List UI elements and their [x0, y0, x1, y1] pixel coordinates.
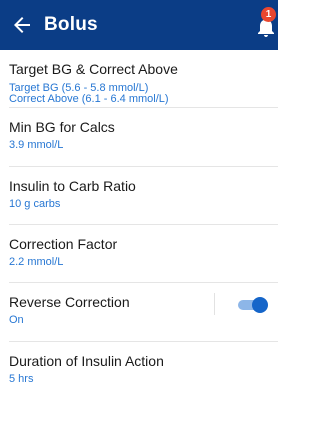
notifications-button[interactable]: 1: [257, 7, 279, 39]
setting-value: 10 g carbs: [9, 198, 61, 210]
page-title: Bolus: [44, 14, 98, 35]
setting-title: Insulin to Carb Ratio: [9, 178, 136, 194]
setting-value: 3.9 mmol/L: [9, 139, 64, 151]
setting-value: On: [9, 314, 24, 326]
setting-carb-ratio[interactable]: Insulin to Carb Ratio 10 g carbs: [0, 167, 278, 225]
setting-target-bg[interactable]: Target BG & Correct Above Target BG (5.6…: [0, 50, 278, 108]
setting-reverse-correction[interactable]: Reverse Correction On: [0, 283, 278, 342]
toggle-thumb: [252, 297, 268, 313]
app-bar: Bolus 1: [0, 0, 278, 50]
setting-min-bg[interactable]: Min BG for Calcs 3.9 mmol/L: [0, 108, 278, 167]
setting-title: Correction Factor: [9, 236, 118, 252]
setting-title: Target BG & Correct Above: [9, 61, 178, 77]
notification-badge: 1: [261, 7, 276, 22]
setting-title: Min BG for Calcs: [9, 119, 115, 135]
vertical-separator: [214, 293, 215, 315]
setting-value: Correct Above (6.1 - 6.4 mmol/L): [9, 93, 169, 105]
setting-value: 2.2 mmol/L: [9, 256, 64, 268]
setting-title: Duration of Insulin Action: [9, 353, 164, 369]
back-arrow-icon[interactable]: [10, 13, 34, 37]
settings-list: Target BG & Correct Above Target BG (5.6…: [0, 50, 278, 392]
setting-value: 5 hrs: [9, 373, 34, 385]
setting-correction-factor[interactable]: Correction Factor 2.2 mmol/L: [0, 225, 278, 283]
setting-title: Reverse Correction: [9, 294, 130, 310]
reverse-correction-toggle[interactable]: [238, 297, 268, 313]
setting-insulin-duration[interactable]: Duration of Insulin Action 5 hrs: [0, 342, 278, 392]
